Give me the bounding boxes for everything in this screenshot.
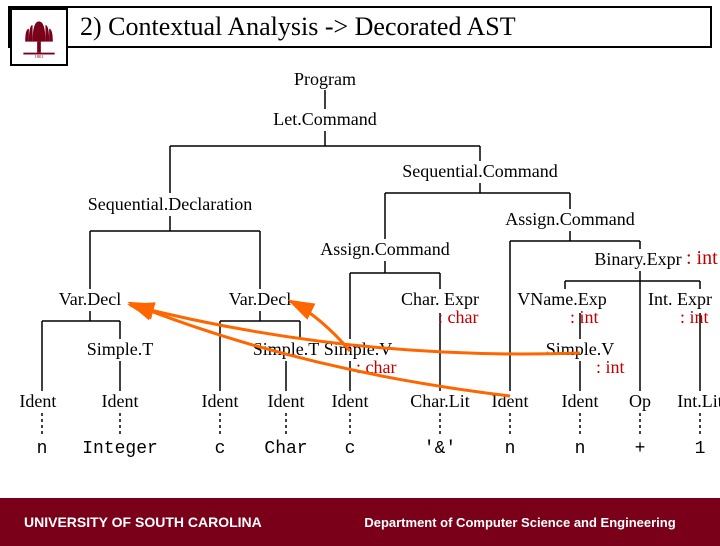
- leaf-n-3: n: [573, 439, 588, 459]
- leaf-char: Char: [262, 439, 309, 459]
- node-op: Op: [627, 391, 653, 412]
- node-simple-t-2: Simple.T: [251, 339, 322, 360]
- annotation-int-3: : int: [680, 307, 709, 328]
- annotation-int-2: : int: [570, 307, 599, 328]
- node-program: Program: [292, 69, 358, 90]
- ast-diagram: Program Let.Command Sequential.Command S…: [0, 61, 720, 491]
- node-binary-expr: Binary.Expr: [592, 249, 683, 270]
- node-int-lit: Int.Lit: [675, 391, 720, 412]
- leaf-integer: Integer: [80, 439, 160, 459]
- svg-text:1801: 1801: [34, 54, 44, 59]
- leaf-amp: '&': [422, 439, 458, 459]
- leaf-plus: +: [633, 439, 648, 459]
- node-assign-command-left: Assign.Command: [318, 239, 452, 260]
- node-let-command: Let.Command: [271, 109, 378, 130]
- footer-department: Department of Computer Science and Engin…: [320, 515, 720, 530]
- leaf-n-2: n: [503, 439, 518, 459]
- node-ident-1: Ident: [17, 391, 58, 412]
- node-sequential-command: Sequential.Command: [400, 161, 559, 182]
- node-ident-6: Ident: [490, 391, 531, 412]
- node-ident-5: Ident: [330, 391, 371, 412]
- annotation-int-4: : int: [596, 357, 625, 378]
- node-char-lit: Char.Lit: [408, 391, 472, 412]
- leaf-n-1: n: [35, 439, 50, 459]
- leaf-one: 1: [693, 439, 708, 459]
- leaf-c-1: c: [213, 439, 228, 459]
- leaf-c-2: c: [343, 439, 358, 459]
- university-logo: 1801: [10, 8, 68, 66]
- node-sequential-declaration: Sequential.Declaration: [86, 194, 254, 215]
- footer-bar: UNIVERSITY OF SOUTH CAROLINA Department …: [0, 498, 720, 546]
- slide-title: 2) Contextual Analysis -> Decorated AST: [8, 6, 712, 48]
- node-ident-2: Ident: [100, 391, 141, 412]
- node-var-decl-2: Var.Decl: [227, 289, 293, 310]
- node-assign-command-right: Assign.Command: [503, 209, 637, 230]
- annotation-int-1: : int: [686, 247, 718, 270]
- node-ident-4: Ident: [266, 391, 307, 412]
- node-ident-7: Ident: [560, 391, 601, 412]
- node-var-decl-1: Var.Decl: [57, 289, 123, 310]
- node-simple-t-1: Simple.T: [85, 339, 156, 360]
- annotation-char-1: : char: [438, 307, 478, 328]
- footer-university: UNIVERSITY OF SOUTH CAROLINA: [0, 514, 320, 530]
- node-ident-3: Ident: [200, 391, 241, 412]
- annotation-char-2: : char: [356, 357, 396, 378]
